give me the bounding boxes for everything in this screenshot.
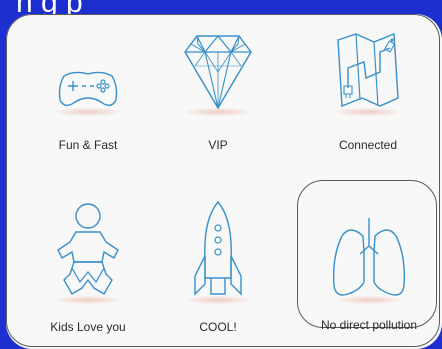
feature-vip: VIP (158, 28, 278, 152)
lungs-icon (330, 216, 408, 300)
lungs-icon-wrap (304, 210, 434, 304)
feature-connected: Connected (308, 30, 428, 152)
feature-label: Connected (338, 138, 398, 152)
gamepad-icon (54, 66, 122, 112)
features-panel: Fun & Fast VIP Connected Kids Love you C… (6, 14, 442, 349)
map-icon-wrap (308, 30, 428, 116)
gamepad-icon-wrap (28, 40, 148, 116)
feature-label: Kids Love you (50, 320, 126, 334)
feature-label: VIP (208, 138, 228, 152)
rocket-icon-wrap (158, 200, 278, 304)
feature-label: Fun & Fast (58, 138, 118, 152)
baby-icon (52, 202, 124, 300)
map-connected-icon (332, 32, 404, 112)
feature-fun-fast: Fun & Fast (28, 40, 148, 152)
diamond-icon (183, 32, 253, 112)
feature-label: COOL! (199, 320, 237, 334)
baby-icon-wrap (28, 200, 148, 304)
feature-kids: Kids Love you (28, 200, 148, 334)
diamond-icon-wrap (158, 28, 278, 116)
feature-label: No direct pollution (320, 318, 418, 332)
feature-no-pollution: No direct pollution (304, 210, 434, 332)
rocket-icon (193, 200, 243, 300)
feature-cool: COOL! (158, 200, 278, 334)
